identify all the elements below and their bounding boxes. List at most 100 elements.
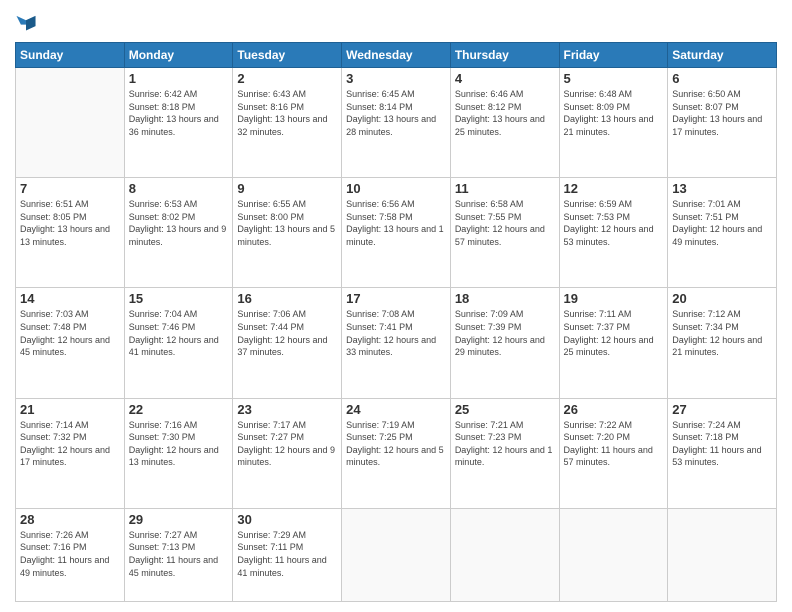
- weekday-header: Monday: [124, 43, 233, 68]
- calendar-cell: 12 Sunrise: 6:59 AMSunset: 7:53 PMDayligh…: [559, 178, 668, 288]
- calendar-cell: 18Sunrise: 7:09 AMSunset: 7:39 PMDayligh…: [450, 288, 559, 398]
- day-number: 1: [129, 71, 229, 86]
- calendar-cell: 14 Sunrise: 7:03 AMSunset: 7:48 PMDayligh…: [16, 288, 125, 398]
- day-info: Sunrise: 7:12 AMSunset: 7:34 PMDaylight:…: [672, 308, 772, 358]
- day-number: 26: [564, 402, 664, 417]
- day-number: 17: [346, 291, 446, 306]
- day-info: Sunrise: 6:53 AMSunset: 8:02 PMDaylight:…: [129, 198, 229, 248]
- day-info: Sunrise: 7:04 AMSunset: 7:46 PMDaylight:…: [129, 308, 229, 358]
- calendar-cell: [559, 508, 668, 601]
- calendar-week-row: 1 Sunrise: 6:42 AMSunset: 8:18 PMDaylight…: [16, 68, 777, 178]
- calendar-cell: [342, 508, 451, 601]
- calendar-cell: 27Sunrise: 7:24 AMSunset: 7:18 PMDayligh…: [668, 398, 777, 508]
- day-info: Sunrise: 6:46 AMSunset: 8:12 PMDaylight:…: [455, 88, 555, 138]
- calendar-week-row: 21Sunrise: 7:14 AMSunset: 7:32 PMDayligh…: [16, 398, 777, 508]
- day-info: Sunrise: 7:22 AMSunset: 7:20 PMDaylight:…: [564, 419, 664, 469]
- day-info: Sunrise: 7:24 AMSunset: 7:18 PMDaylight:…: [672, 419, 772, 469]
- day-info: Sunrise: 6:45 AMSunset: 8:14 PMDaylight:…: [346, 88, 446, 138]
- day-info: Sunrise: 6:58 AMSunset: 7:55 PMDaylight:…: [455, 198, 555, 248]
- weekday-header-row: SundayMondayTuesdayWednesdayThursdayFrid…: [16, 43, 777, 68]
- day-info: Sunrise: 7:03 AMSunset: 7:48 PMDaylight:…: [20, 308, 120, 358]
- day-info: Sunrise: 6:51 AMSunset: 8:05 PMDaylight:…: [20, 198, 120, 248]
- day-info: Sunrise: 7:17 AMSunset: 7:27 PMDaylight:…: [237, 419, 337, 469]
- weekday-header: Sunday: [16, 43, 125, 68]
- day-number: 10: [346, 181, 446, 196]
- weekday-header: Thursday: [450, 43, 559, 68]
- calendar-cell: [16, 68, 125, 178]
- page: SundayMondayTuesdayWednesdayThursdayFrid…: [0, 0, 792, 612]
- day-info: Sunrise: 6:43 AMSunset: 8:16 PMDaylight:…: [237, 88, 337, 138]
- day-number: 5: [564, 71, 664, 86]
- day-number: 8: [129, 181, 229, 196]
- day-info: Sunrise: 6:55 AMSunset: 8:00 PMDaylight:…: [237, 198, 337, 248]
- day-number: 11: [455, 181, 555, 196]
- calendar-cell: 6 Sunrise: 6:50 AMSunset: 8:07 PMDaylight…: [668, 68, 777, 178]
- day-number: 25: [455, 402, 555, 417]
- day-number: 23: [237, 402, 337, 417]
- calendar-cell: [450, 508, 559, 601]
- day-number: 28: [20, 512, 120, 527]
- header: [15, 10, 777, 34]
- calendar-table: SundayMondayTuesdayWednesdayThursdayFrid…: [15, 42, 777, 602]
- day-info: Sunrise: 7:16 AMSunset: 7:30 PMDaylight:…: [129, 419, 229, 469]
- day-number: 19: [564, 291, 664, 306]
- calendar-cell: 30 Sunrise: 7:29 AMSunset: 7:11 PMDayligh…: [233, 508, 342, 601]
- calendar-cell: 2Sunrise: 6:43 AMSunset: 8:16 PMDaylight…: [233, 68, 342, 178]
- day-number: 12: [564, 181, 664, 196]
- calendar-cell: 21Sunrise: 7:14 AMSunset: 7:32 PMDayligh…: [16, 398, 125, 508]
- day-number: 21: [20, 402, 120, 417]
- day-info: Sunrise: 6:48 AMSunset: 8:09 PMDaylight:…: [564, 88, 664, 138]
- day-info: Sunrise: 6:59 AMSunset: 7:53 PMDaylight:…: [564, 198, 664, 248]
- day-number: 9: [237, 181, 337, 196]
- calendar-cell: 10 Sunrise: 6:56 AMSunset: 7:58 PMDayligh…: [342, 178, 451, 288]
- calendar-week-row: 14 Sunrise: 7:03 AMSunset: 7:48 PMDayligh…: [16, 288, 777, 398]
- calendar-cell: 3 Sunrise: 6:45 AMSunset: 8:14 PMDaylight…: [342, 68, 451, 178]
- day-number: 7: [20, 181, 120, 196]
- day-info: Sunrise: 7:21 AMSunset: 7:23 PMDaylight:…: [455, 419, 555, 469]
- day-info: Sunrise: 7:26 AMSunset: 7:16 PMDaylight:…: [20, 529, 120, 579]
- day-number: 4: [455, 71, 555, 86]
- day-info: Sunrise: 7:06 AMSunset: 7:44 PMDaylight:…: [237, 308, 337, 358]
- calendar-cell: 29Sunrise: 7:27 AMSunset: 7:13 PMDayligh…: [124, 508, 233, 601]
- day-number: 30: [237, 512, 337, 527]
- calendar-cell: 22 Sunrise: 7:16 AMSunset: 7:30 PMDayligh…: [124, 398, 233, 508]
- day-number: 22: [129, 402, 229, 417]
- calendar-week-row: 7 Sunrise: 6:51 AMSunset: 8:05 PMDaylight…: [16, 178, 777, 288]
- calendar-cell: 4 Sunrise: 6:46 AMSunset: 8:12 PMDaylight…: [450, 68, 559, 178]
- weekday-header: Wednesday: [342, 43, 451, 68]
- calendar-cell: 20 Sunrise: 7:12 AMSunset: 7:34 PMDayligh…: [668, 288, 777, 398]
- calendar-cell: 9 Sunrise: 6:55 AMSunset: 8:00 PMDaylight…: [233, 178, 342, 288]
- day-number: 14: [20, 291, 120, 306]
- day-number: 20: [672, 291, 772, 306]
- calendar-cell: 28 Sunrise: 7:26 AMSunset: 7:16 PMDayligh…: [16, 508, 125, 601]
- day-number: 6: [672, 71, 772, 86]
- calendar-cell: 7 Sunrise: 6:51 AMSunset: 8:05 PMDaylight…: [16, 178, 125, 288]
- calendar-week-row: 28 Sunrise: 7:26 AMSunset: 7:16 PMDayligh…: [16, 508, 777, 601]
- day-info: Sunrise: 6:42 AMSunset: 8:18 PMDaylight:…: [129, 88, 229, 138]
- calendar-cell: 23 Sunrise: 7:17 AMSunset: 7:27 PMDayligh…: [233, 398, 342, 508]
- calendar-cell: 5 Sunrise: 6:48 AMSunset: 8:09 PMDaylight…: [559, 68, 668, 178]
- day-info: Sunrise: 7:19 AMSunset: 7:25 PMDaylight:…: [346, 419, 446, 469]
- calendar-cell: 11 Sunrise: 6:58 AMSunset: 7:55 PMDayligh…: [450, 178, 559, 288]
- calendar-cell: [668, 508, 777, 601]
- calendar-cell: 19 Sunrise: 7:11 AMSunset: 7:37 PMDayligh…: [559, 288, 668, 398]
- day-info: Sunrise: 7:27 AMSunset: 7:13 PMDaylight:…: [129, 529, 229, 579]
- day-info: Sunrise: 6:56 AMSunset: 7:58 PMDaylight:…: [346, 198, 446, 248]
- day-number: 24: [346, 402, 446, 417]
- day-info: Sunrise: 6:50 AMSunset: 8:07 PMDaylight:…: [672, 88, 772, 138]
- day-info: Sunrise: 7:08 AMSunset: 7:41 PMDaylight:…: [346, 308, 446, 358]
- day-number: 13: [672, 181, 772, 196]
- calendar-cell: 17 Sunrise: 7:08 AMSunset: 7:41 PMDayligh…: [342, 288, 451, 398]
- weekday-header: Friday: [559, 43, 668, 68]
- calendar-cell: 25 Sunrise: 7:21 AMSunset: 7:23 PMDayligh…: [450, 398, 559, 508]
- logo: [15, 10, 39, 34]
- calendar-cell: 24 Sunrise: 7:19 AMSunset: 7:25 PMDayligh…: [342, 398, 451, 508]
- day-info: Sunrise: 7:09 AMSunset: 7:39 PMDaylight:…: [455, 308, 555, 358]
- day-number: 3: [346, 71, 446, 86]
- day-number: 16: [237, 291, 337, 306]
- calendar-cell: 26 Sunrise: 7:22 AMSunset: 7:20 PMDayligh…: [559, 398, 668, 508]
- calendar-cell: 13Sunrise: 7:01 AMSunset: 7:51 PMDayligh…: [668, 178, 777, 288]
- calendar-cell: 8 Sunrise: 6:53 AMSunset: 8:02 PMDaylight…: [124, 178, 233, 288]
- day-info: Sunrise: 7:11 AMSunset: 7:37 PMDaylight:…: [564, 308, 664, 358]
- day-info: Sunrise: 7:29 AMSunset: 7:11 PMDaylight:…: [237, 529, 337, 579]
